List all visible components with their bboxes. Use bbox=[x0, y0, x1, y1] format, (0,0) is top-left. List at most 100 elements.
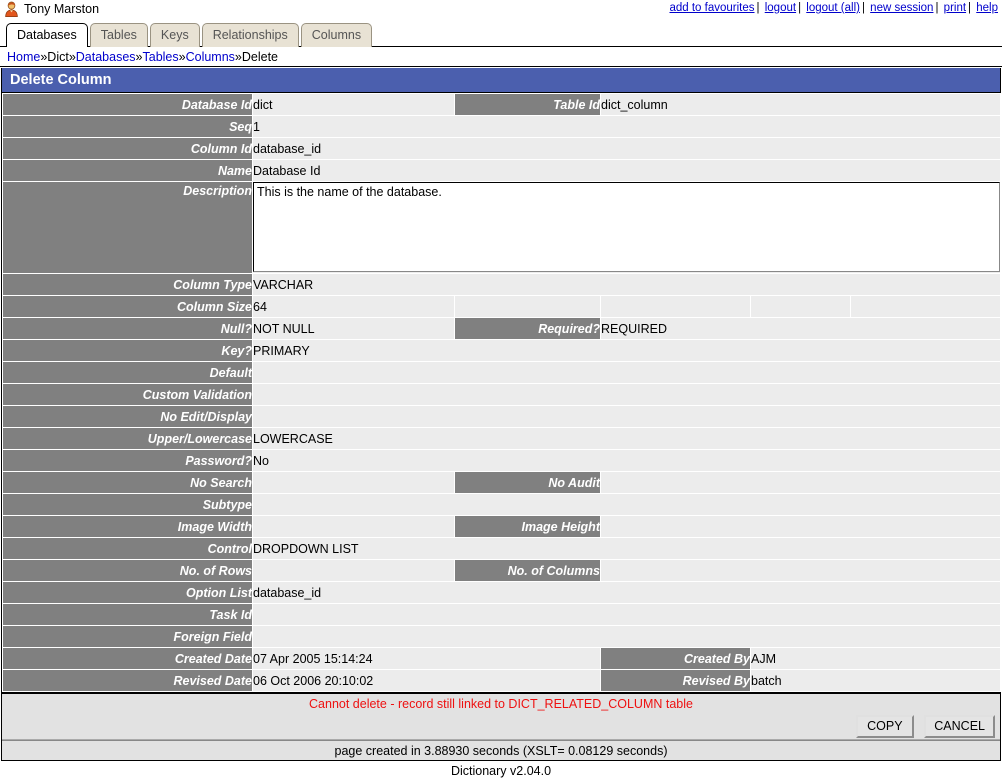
tab-bar: DatabasesTablesKeysRelationshipsColumns bbox=[0, 19, 1002, 47]
table-row: Custom Validation bbox=[3, 384, 1001, 406]
table-row: Subtype bbox=[3, 494, 1001, 516]
table-row: Description This is the name of the data… bbox=[3, 182, 1001, 274]
label-required: Required? bbox=[455, 318, 601, 340]
label-password: Password? bbox=[3, 450, 253, 472]
error-message: Cannot delete - record still linked to D… bbox=[2, 692, 1000, 713]
tab-relationships[interactable]: Relationships bbox=[202, 23, 299, 47]
label-no-of-rows: No. of Rows bbox=[3, 560, 253, 582]
label-option-list: Option List bbox=[3, 582, 253, 604]
value-revised-date: 06 Oct 2006 20:10:02 bbox=[253, 670, 601, 692]
empty-cell-3 bbox=[751, 296, 851, 318]
value-default bbox=[253, 362, 1001, 384]
value-required: REQUIRED bbox=[601, 318, 1001, 340]
label-default: Default bbox=[3, 362, 253, 384]
cancel-button[interactable]: CANCEL bbox=[924, 715, 995, 738]
table-row: Control DROPDOWN LIST bbox=[3, 538, 1001, 560]
page-timing-text: page created in 3.88930 seconds (XSLT= 0… bbox=[2, 740, 1000, 760]
description-textarea[interactable]: This is the name of the database. bbox=[253, 182, 1000, 272]
table-row: Column Size 64 bbox=[3, 296, 1001, 318]
tab-databases[interactable]: Databases bbox=[6, 23, 88, 47]
label-image-height: Image Height bbox=[455, 516, 601, 538]
value-control: DROPDOWN LIST bbox=[253, 538, 1001, 560]
table-row: Default bbox=[3, 362, 1001, 384]
link-separator-4: | bbox=[933, 2, 940, 14]
value-image-width bbox=[253, 516, 455, 538]
label-column-id: Column Id bbox=[3, 138, 253, 160]
table-row: Option List database_id bbox=[3, 582, 1001, 604]
value-table-id: dict_column bbox=[601, 94, 1001, 116]
label-upper-lowercase: Upper/Lowercase bbox=[3, 428, 253, 450]
table-row: Column Type VARCHAR bbox=[3, 274, 1001, 296]
table-row: Null? NOT NULL Required? REQUIRED bbox=[3, 318, 1001, 340]
label-column-type: Column Type bbox=[3, 274, 253, 296]
value-no-of-rows bbox=[253, 560, 455, 582]
link-new-session[interactable]: new session bbox=[870, 2, 933, 14]
breadcrumb-separator-5: » bbox=[235, 50, 242, 64]
label-description: Description bbox=[3, 182, 253, 274]
label-foreign-field: Foreign Field bbox=[3, 626, 253, 648]
label-table-id: Table Id bbox=[455, 94, 601, 116]
label-control: Control bbox=[3, 538, 253, 560]
table-row: Key? PRIMARY bbox=[3, 340, 1001, 362]
tab-tables[interactable]: Tables bbox=[90, 23, 148, 47]
link-print[interactable]: print bbox=[944, 2, 966, 14]
link-logout[interactable]: logout bbox=[765, 2, 796, 14]
label-column-size: Column Size bbox=[3, 296, 253, 318]
value-null: NOT NULL bbox=[253, 318, 455, 340]
breadcrumb-separator-3: » bbox=[136, 50, 143, 64]
label-seq: Seq bbox=[3, 116, 253, 138]
breadcrumb-item-dict: Dict bbox=[47, 50, 69, 64]
breadcrumb-item-columns[interactable]: Columns bbox=[186, 50, 235, 64]
user-avatar-icon bbox=[4, 1, 19, 17]
breadcrumb-item-home[interactable]: Home bbox=[7, 50, 40, 64]
copy-button[interactable]: COPY bbox=[856, 715, 914, 738]
user-identity: Tony Marston bbox=[4, 1, 99, 17]
label-image-width: Image Width bbox=[3, 516, 253, 538]
value-foreign-field bbox=[253, 626, 1001, 648]
breadcrumb-item-databases[interactable]: Databases bbox=[76, 50, 136, 64]
tab-keys[interactable]: Keys bbox=[150, 23, 200, 47]
table-row: No Search No Audit bbox=[3, 472, 1001, 494]
value-key: PRIMARY bbox=[253, 340, 1001, 362]
label-no-search: No Search bbox=[3, 472, 253, 494]
value-image-height bbox=[601, 516, 1001, 538]
value-column-size: 64 bbox=[253, 296, 455, 318]
breadcrumb-separator-2: » bbox=[69, 50, 76, 64]
label-no-audit: No Audit bbox=[455, 472, 601, 494]
label-revised-date: Revised Date bbox=[3, 670, 253, 692]
value-name: Database Id bbox=[253, 160, 1001, 182]
value-description-cell: This is the name of the database. bbox=[253, 182, 1001, 274]
value-no-of-columns bbox=[601, 560, 1001, 582]
table-row: No Edit/Display bbox=[3, 406, 1001, 428]
column-detail-form: Database Id dict Table Id dict_column Se… bbox=[2, 93, 1001, 692]
table-row: Password? No bbox=[3, 450, 1001, 472]
breadcrumb-item-delete: Delete bbox=[242, 50, 278, 64]
table-row: Revised Date 06 Oct 2006 20:10:02 Revise… bbox=[3, 670, 1001, 692]
label-database-id: Database Id bbox=[3, 94, 253, 116]
value-no-search bbox=[253, 472, 455, 494]
value-created-date: 07 Apr 2005 15:14:24 bbox=[253, 648, 601, 670]
empty-cell-1 bbox=[455, 296, 601, 318]
link-add-to-favourites[interactable]: add to favourites bbox=[669, 2, 754, 14]
user-name-label: Tony Marston bbox=[24, 2, 99, 16]
label-custom-validation: Custom Validation bbox=[3, 384, 253, 406]
table-row: Foreign Field bbox=[3, 626, 1001, 648]
value-revised-by: batch bbox=[751, 670, 1001, 692]
table-row: No. of Rows No. of Columns bbox=[3, 560, 1001, 582]
label-null: Null? bbox=[3, 318, 253, 340]
label-task-id: Task Id bbox=[3, 604, 253, 626]
breadcrumb: Home»Dict»Databases»Tables»Columns»Delet… bbox=[0, 47, 1002, 67]
label-created-date: Created Date bbox=[3, 648, 253, 670]
value-option-list: database_id bbox=[253, 582, 1001, 604]
tab-columns[interactable]: Columns bbox=[301, 23, 372, 47]
breadcrumb-item-tables[interactable]: Tables bbox=[143, 50, 179, 64]
link-help[interactable]: help bbox=[976, 2, 998, 14]
table-row: Database Id dict Table Id dict_column bbox=[3, 94, 1001, 116]
value-password: No bbox=[253, 450, 1001, 472]
app-version-label: Dictionary v2.04.0 bbox=[0, 761, 1002, 781]
label-no-edit-display: No Edit/Display bbox=[3, 406, 253, 428]
empty-cell-2 bbox=[601, 296, 751, 318]
value-task-id bbox=[253, 604, 1001, 626]
link-logout-all[interactable]: logout (all) bbox=[806, 2, 860, 14]
value-database-id: dict bbox=[253, 94, 455, 116]
